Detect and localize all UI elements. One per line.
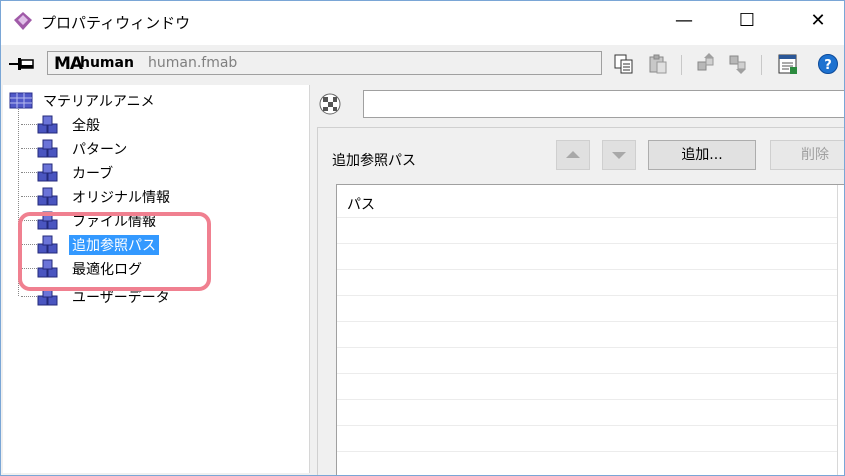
list-row-divider (337, 321, 837, 322)
delete-button[interactable]: 削除 (770, 140, 844, 170)
tree-item-pattern[interactable]: パターン (21, 137, 221, 161)
material-anim-icon (9, 92, 33, 109)
path-list[interactable]: パス (336, 184, 844, 475)
list-row-divider (337, 373, 837, 374)
checker-icon[interactable] (319, 93, 341, 115)
toolbar: MA human human.fmab ? (1, 45, 844, 83)
list-row-divider (337, 269, 837, 270)
column-header-path[interactable]: パス (347, 194, 375, 214)
add-button[interactable]: 追加... (648, 140, 756, 170)
toolbar-separator (761, 55, 762, 75)
tree-connector (21, 148, 37, 149)
highlight-annotation (18, 212, 211, 291)
paste-icon[interactable] (647, 53, 669, 75)
tree-connector (21, 196, 37, 197)
tree-item-general[interactable]: 全般 (21, 113, 221, 137)
properties-window: プロパティウィンドウ — ☐ ✕ MA human human.fmab ? マ… (0, 0, 845, 476)
list-row-divider (337, 295, 837, 296)
node-up-icon[interactable] (695, 53, 717, 75)
section-title: 追加参照パス (332, 153, 416, 169)
window-title: プロパティウィンドウ (41, 14, 191, 32)
tree-connector (21, 296, 37, 297)
title-bar: プロパティウィンドウ — ☐ ✕ (1, 1, 844, 45)
minimize-button[interactable]: — (661, 1, 707, 41)
pin-icon[interactable] (9, 55, 37, 73)
tree-item-label: パターン (72, 142, 128, 158)
list-row-divider (337, 399, 837, 400)
copy-icon[interactable] (613, 53, 635, 75)
node-down-icon[interactable] (727, 53, 749, 75)
node-icon (37, 115, 58, 134)
tree-connector (21, 124, 37, 125)
maximize-button[interactable]: ☐ (724, 1, 770, 41)
list-row-divider (337, 425, 837, 426)
close-button[interactable]: ✕ (795, 1, 841, 41)
svg-text:?: ? (824, 58, 832, 73)
name-input[interactable] (363, 90, 844, 118)
column-divider (837, 185, 838, 475)
node-icon (37, 163, 58, 182)
detail-pane: 追加参照パス 追加... 削除 パス (313, 85, 844, 475)
window-icon[interactable] (777, 53, 799, 75)
tree-connector (21, 172, 37, 173)
node-icon (37, 139, 58, 158)
list-row-divider (337, 217, 837, 218)
object-path-field[interactable]: MA human human.fmab (47, 51, 602, 75)
node-icon (37, 187, 58, 206)
tree-item-original-info[interactable]: オリジナル情報 (21, 185, 221, 209)
arrow-down-icon (612, 152, 626, 159)
list-row-divider (337, 243, 837, 244)
tree-item-curve[interactable]: カーブ (21, 161, 221, 185)
toolbar-separator (681, 55, 682, 75)
object-file-name: human.fmab (148, 55, 238, 71)
app-icon (14, 12, 32, 30)
tree-item-label: オリジナル情報 (72, 190, 170, 206)
reference-path-panel: 追加参照パス 追加... 削除 パス (317, 127, 844, 475)
object-name: human (80, 55, 134, 71)
help-icon[interactable]: ? (817, 53, 839, 75)
move-down-button[interactable] (602, 140, 636, 170)
ma-logo: MA (54, 54, 83, 74)
list-row-divider (337, 451, 837, 452)
arrow-up-icon (566, 151, 580, 158)
list-row-divider (337, 347, 837, 348)
tree-item-label: 全般 (72, 118, 100, 134)
tree-item-label: カーブ (72, 166, 114, 182)
move-up-button[interactable] (556, 140, 590, 170)
tree-root-label: マテリアルアニメ (43, 94, 155, 110)
